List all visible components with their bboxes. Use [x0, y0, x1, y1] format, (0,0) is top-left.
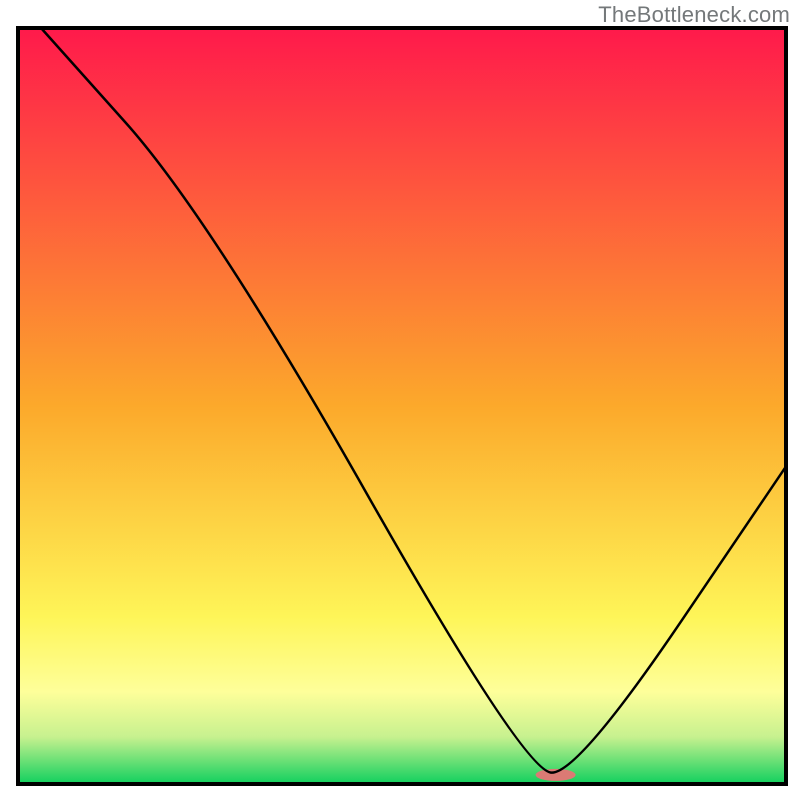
chart-container: TheBottleneck.com [0, 0, 800, 800]
bottleneck-chart [0, 0, 800, 800]
watermark-text: TheBottleneck.com [598, 2, 790, 28]
